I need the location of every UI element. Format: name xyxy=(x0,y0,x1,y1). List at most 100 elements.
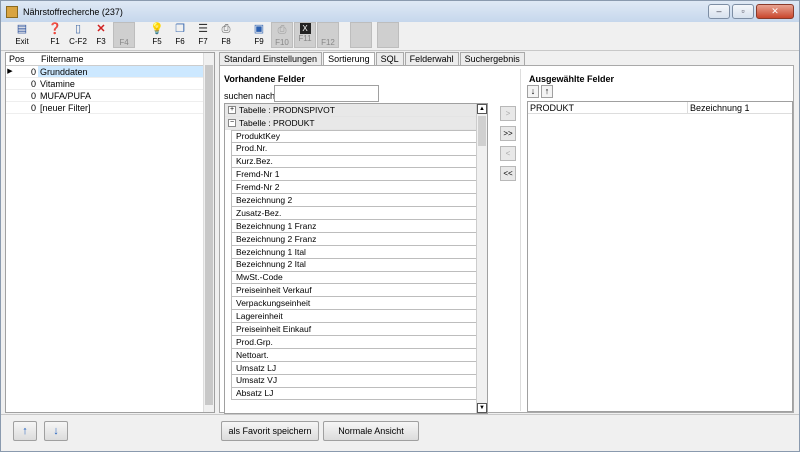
arrow-down-icon: ↓ xyxy=(530,86,536,96)
exit-icon: ▤ xyxy=(16,23,28,35)
window-title: Nährstoffrecherche (237) xyxy=(23,6,123,17)
arrow-up-icon: ↑ xyxy=(544,86,550,96)
tab-felderwahl[interactable]: Felderwahl xyxy=(404,52,459,66)
field-item[interactable]: Prod.Nr. xyxy=(231,142,487,156)
main-window: Nährstoffrecherche (237) – ▫ ✕ ▤ Exit ❓ F1… xyxy=(0,0,800,452)
field-item[interactable]: Bezeichnung 2 Franz xyxy=(231,232,487,246)
tab-standard-einstellungen[interactable]: Standard Einstellungen xyxy=(219,52,323,66)
help-button[interactable]: ❓ F1 xyxy=(44,22,66,48)
new-button[interactable]: ▯ C-F2 xyxy=(67,22,89,48)
expand-icon[interactable]: + xyxy=(228,105,236,114)
selected-fields-label: Ausgewählte Felder xyxy=(529,74,615,84)
field-item[interactable]: Zusatz-Bez. xyxy=(231,207,487,221)
print-icon: ⎙ xyxy=(221,23,231,35)
field-item[interactable]: ProduktKey xyxy=(231,129,487,143)
new-document-icon: ▯ xyxy=(74,23,82,35)
bottom-bar: ↑ ↓ als Favorit speichern Normale Ansich… xyxy=(1,414,799,452)
exit-button[interactable]: ▤ Exit xyxy=(11,22,33,48)
tree-group-produkt[interactable]: − Tabelle : PRODUKT xyxy=(225,116,487,130)
scroll-thumb[interactable] xyxy=(478,116,486,146)
field-item[interactable]: MwSt.-Code xyxy=(231,271,487,285)
title-bar: Nährstoffrecherche (237) – ▫ ✕ xyxy=(1,1,799,22)
help-icon: ❓ xyxy=(48,23,62,35)
f10-button[interactable]: ⎙ F10 xyxy=(271,22,293,48)
move-up-button[interactable]: ↑ xyxy=(541,85,553,98)
selected-field-row[interactable]: PRODUKT Bezeichnung 1 xyxy=(528,102,792,114)
tree-scrollbar[interactable]: ▲ ▼ xyxy=(476,104,487,413)
tree-group-prodnspivot[interactable]: + Tabelle : PRODNSPIVOT xyxy=(225,104,487,117)
field-item[interactable]: Bezeichnung 1 Ital xyxy=(231,245,487,259)
collapse-icon[interactable]: − xyxy=(228,118,236,127)
toolbar: ▤ Exit ❓ F1 ▯ C-F2 ✕ F3 F4 💡 F5 ❐ F6 ☰ F7 ⎙ F8 ▣… xyxy=(1,22,799,51)
save-button[interactable]: ▣ F9 xyxy=(248,22,270,48)
available-fields-tree: + Tabelle : PRODNSPIVOT − Tabelle : PRODUK… xyxy=(224,103,488,414)
copy-button[interactable]: ❐ F6 xyxy=(169,22,191,48)
scroll-down-icon[interactable]: ▼ xyxy=(477,403,487,413)
delete-icon: ✕ xyxy=(96,23,106,35)
f5-button[interactable]: 💡 F5 xyxy=(146,22,168,48)
field-item[interactable]: Bezeichnung 2 xyxy=(231,194,487,208)
extra-button-2[interactable] xyxy=(377,22,399,48)
add-field-button[interactable]: > xyxy=(500,106,516,121)
remove-field-button[interactable]: < xyxy=(500,146,516,161)
tab-sql[interactable]: SQL xyxy=(375,52,404,66)
filter-list: Pos Filtername ▶ 0 Grunddaten 0 Vitamine 0M… xyxy=(5,52,215,413)
lightbulb-icon: 💡 xyxy=(150,23,164,35)
maximize-button[interactable]: ▫ xyxy=(732,4,754,19)
filter-row[interactable]: 0 [neuer Filter] xyxy=(6,102,214,114)
excel-icon: X xyxy=(299,23,311,34)
excel-button[interactable]: X F11 xyxy=(294,22,316,48)
field-item[interactable]: Fremd-Nr 1 xyxy=(231,168,487,182)
filter-row[interactable]: 0 MUFA/PUFA xyxy=(6,90,214,102)
field-item[interactable]: Absatz LJ xyxy=(231,387,487,401)
filter-list-header: Pos Filtername xyxy=(6,53,214,66)
save-favorite-button[interactable]: als Favorit speichern xyxy=(221,421,319,441)
search-input[interactable] xyxy=(274,85,379,102)
tab-bar: Standard Einstellungen Sortierung SQL Fe… xyxy=(219,52,526,66)
row-pointer-icon: ▶ xyxy=(7,68,13,75)
field-item[interactable]: Bezeichnung 2 Ital xyxy=(231,258,487,272)
field-item[interactable]: Preiseinheit Verkauf xyxy=(231,284,487,298)
arrow-down-icon: ↓ xyxy=(53,425,59,437)
field-item[interactable]: Nettoart. xyxy=(231,348,487,362)
extra-button-1[interactable] xyxy=(350,22,372,48)
remove-all-fields-button[interactable]: << xyxy=(500,166,516,181)
app-icon xyxy=(6,5,18,18)
arrow-up-icon: ↑ xyxy=(22,425,28,437)
move-down-button[interactable]: ↓ xyxy=(527,85,539,98)
minimize-button[interactable]: – xyxy=(708,4,730,19)
f12-button[interactable]: F12 xyxy=(317,22,339,48)
field-item[interactable]: Prod.Grp. xyxy=(231,336,487,349)
move-down-button[interactable]: ↓ xyxy=(44,421,68,441)
delete-button[interactable]: ✕ F3 xyxy=(90,22,112,48)
selected-fields-grid: PRODUKT Bezeichnung 1 xyxy=(527,101,793,412)
field-item[interactable]: Lagereinheit xyxy=(231,310,487,324)
save-icon: ▣ xyxy=(253,23,265,35)
field-item[interactable]: Kurz.Bez. xyxy=(231,155,487,169)
filter-row[interactable]: ▶ 0 Grunddaten xyxy=(6,66,214,78)
field-item[interactable]: Umsatz LJ xyxy=(231,361,487,375)
scroll-up-icon[interactable]: ▲ xyxy=(477,104,487,114)
search-label: suchen nach: xyxy=(224,91,278,101)
field-item[interactable]: Verpackungseinheit xyxy=(231,297,487,311)
divider xyxy=(520,69,521,411)
f4-button[interactable]: F4 xyxy=(113,22,135,48)
list-button[interactable]: ☰ F7 xyxy=(192,22,214,48)
close-button[interactable]: ✕ xyxy=(756,4,794,19)
print-button[interactable]: ⎙ F8 xyxy=(215,22,237,48)
add-all-fields-button[interactable]: >> xyxy=(500,126,516,141)
field-item[interactable]: Umsatz VJ xyxy=(231,374,487,388)
scroll-thumb[interactable] xyxy=(205,65,213,405)
move-up-button[interactable]: ↑ xyxy=(13,421,37,441)
field-item[interactable]: Preiseinheit Einkauf xyxy=(231,323,487,337)
available-fields-label: Vorhandene Felder xyxy=(224,74,305,84)
tab-suchergebnis[interactable]: Suchergebnis xyxy=(459,52,525,66)
tab-sortierung[interactable]: Sortierung xyxy=(323,52,375,66)
copy-icon: ❐ xyxy=(175,23,185,35)
filter-row[interactable]: 0 Vitamine xyxy=(6,78,214,90)
field-item[interactable]: Bezeichnung 1 Franz xyxy=(231,220,487,233)
sort-panel: Vorhandene Felder suchen nach: + Tabelle … xyxy=(219,65,794,414)
field-item[interactable]: Fremd-Nr 2 xyxy=(231,181,487,195)
filter-list-scrollbar[interactable] xyxy=(203,53,214,412)
normal-view-button[interactable]: Normale Ansicht xyxy=(323,421,419,441)
